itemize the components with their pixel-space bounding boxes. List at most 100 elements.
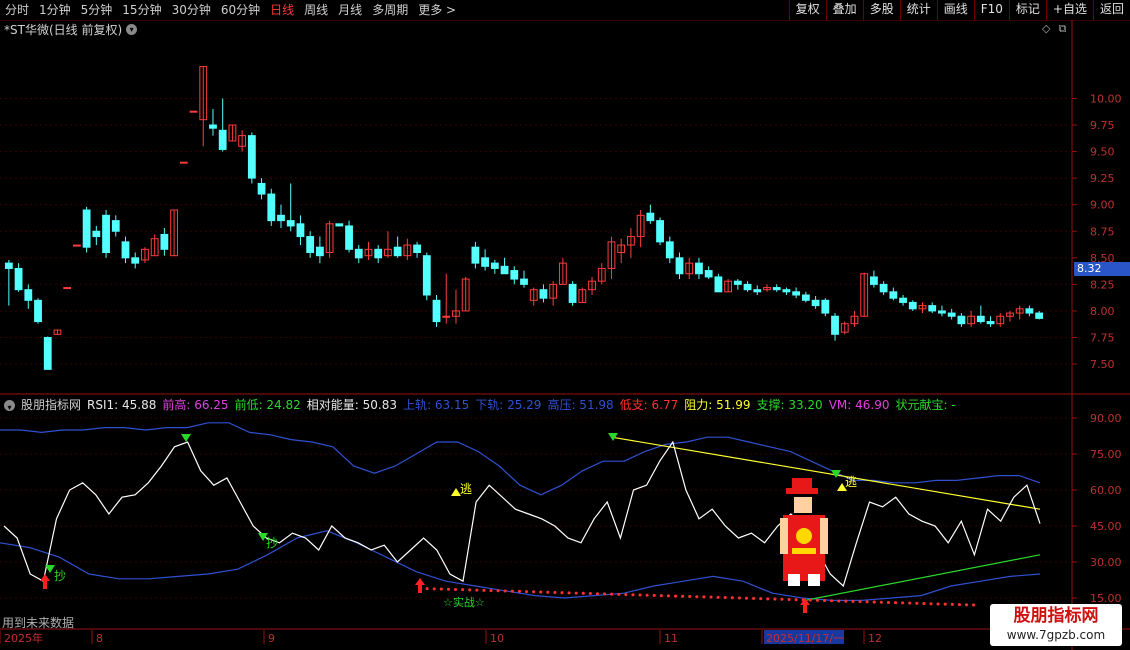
candle-body [63,287,72,290]
candle-body [1035,312,1044,319]
date-axis-label: 11 [664,632,678,645]
buy-label: 抄 [54,569,66,583]
indicator-y-tick-label: 30.00 [1090,556,1122,569]
candle-body [675,257,684,275]
mascot-arm [780,518,788,554]
indicator-name[interactable]: 股朋指标网 [21,397,81,413]
candle-body [908,301,917,310]
candle-body [296,223,305,238]
candle-body [267,193,276,222]
candle-body [792,291,801,296]
indicator-field-11: 状元献宝: - [895,398,956,412]
mascot-arm [820,518,828,554]
candle-body [665,241,674,259]
candle-body [277,214,285,222]
indicator-field-2: 前低: 24.82 [234,398,301,412]
candle-body [422,255,431,296]
candle-body [160,233,169,250]
indicator-header: ▾ 股朋指标网 RSI1: 45.88 前高: 66.25 前低: 24.82 相对能… [4,397,956,413]
lower-band-line [0,530,1041,602]
candle-body [14,267,23,291]
candle-body [753,289,762,293]
candle-body [102,214,110,253]
resistance-line [611,436,1041,510]
candle-body [1025,308,1034,314]
candle-body [43,337,52,370]
indicator-y-tick-label: 90.00 [1090,412,1122,425]
candle-body [315,246,324,257]
candle-body [656,220,664,243]
watermark-title: 股朋指标网 [1013,606,1099,626]
main-y-tick-label: 9.50 [1090,146,1115,159]
candle-body [704,270,713,278]
indicator-field-3: 相对能量: 50.83 [306,398,398,412]
chart-window: 分时 1分钟 5分钟 15分钟 30分钟 60分钟 日线 周线 月线 多周期 更多 > 复权 叠加 多股… [0,0,1130,650]
future-data-note: 用到未来数据 [2,616,75,630]
green-down-triangle-icon [181,434,191,442]
rsi-line [3,440,1041,588]
candle-body [510,270,519,280]
upper-band-line [0,422,1041,496]
indicator-y-tick-label: 60.00 [1090,484,1122,497]
candle-body [72,244,81,247]
candle-body [539,289,548,299]
candle-body [345,225,353,250]
candle-body [938,310,946,314]
candle-body [986,321,995,325]
indicator-field-9: 支撑: 33.20 [756,398,823,412]
candle-body [976,315,985,323]
main-y-tick-label: 7.50 [1090,358,1115,371]
candle-body [782,289,791,293]
candle-body [121,241,130,259]
indicator-y-tick-label: 75.00 [1090,448,1122,461]
candle-body [257,182,266,195]
candle-body [335,223,344,227]
sell-label: 逃 [460,482,472,496]
candle-body [354,248,363,259]
candle-body [714,276,723,293]
practice-label: ☆实战☆ [443,595,485,609]
mascot-hat-brim [786,488,818,494]
indicator-field-10: VM: 46.90 [828,398,890,412]
date-axis-label: 2025/11/17/一 [766,632,844,645]
candle-body [811,299,820,307]
candle-body [24,289,33,301]
candle-body [743,283,752,291]
candle-body [889,291,898,299]
candle-body [957,315,966,325]
main-y-tick-label: 8.75 [1090,225,1115,238]
buy-label: 抄 [266,536,278,550]
main-y-tick-label: 8.25 [1090,278,1115,291]
indicator-field-5: 下轨: 25.29 [475,398,542,412]
main-y-tick-label: 9.25 [1090,172,1115,185]
candle-body [928,305,937,312]
candle-body [490,262,499,269]
candle-body [947,312,956,317]
candle-body [189,110,198,113]
indicator-menu-icon[interactable]: ▾ [4,399,15,412]
candle-body [879,283,888,293]
candle-body [695,262,703,275]
watermark-url: www.7gpzb.com [1006,628,1106,642]
buy-arrow-icon [415,578,425,593]
date-axis-label: 10 [490,632,504,645]
indicator-field-4: 上轨: 63.15 [403,398,470,412]
chart-canvas[interactable]: 7.507.758.008.258.508.759.009.259.509.75… [0,0,1130,650]
candle-body [111,220,120,232]
candle-body [82,209,91,248]
indicator-field-0: RSI1: 45.88 [87,398,157,412]
candle-body [821,299,830,314]
mascot-foot [808,574,820,586]
date-axis-label: 9 [268,632,275,645]
candle-body [131,257,140,264]
candle-body [568,283,577,303]
candle-body [286,220,295,227]
main-y-tick-label: 7.75 [1090,332,1115,345]
main-y-tick-label: 9.00 [1090,199,1115,212]
candle-body [306,236,315,253]
candle-body [247,135,256,179]
candle-body [179,161,188,164]
candle-body [646,212,655,222]
candle-body [870,276,878,285]
site-watermark: 股朋指标网 www.7gpzb.com [990,604,1122,646]
